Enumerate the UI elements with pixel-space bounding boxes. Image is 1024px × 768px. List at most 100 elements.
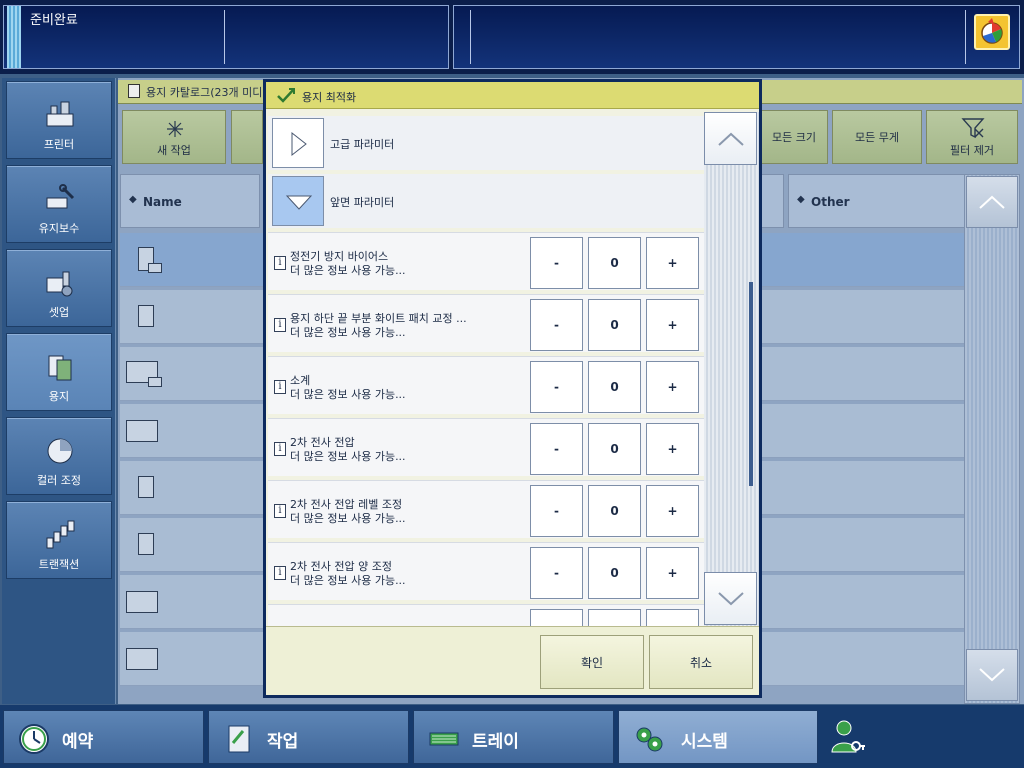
- section-front-params[interactable]: 앞면 파라미터: [268, 174, 704, 228]
- info-icon[interactable]: i: [274, 380, 286, 394]
- param-more-info[interactable]: 더 많은 정보 사용 가능...: [290, 324, 406, 340]
- nav-color-adjust[interactable]: 컬러 조정: [6, 417, 112, 495]
- all-weights-button[interactable]: 모든 무게: [832, 110, 922, 164]
- help-icon: [981, 18, 1003, 44]
- bottom-system-button[interactable]: 시스템: [618, 710, 818, 764]
- job-icon: [228, 725, 250, 753]
- table-scrollbar[interactable]: [964, 174, 1020, 704]
- param-value[interactable]: 0: [588, 547, 641, 599]
- toolbar-button[interactable]: [231, 110, 263, 164]
- parameter-list: 고급 파라미터 앞면 파라미터 i 정전기 방지 바이어스 더 많은 정보 사용…: [268, 116, 704, 628]
- check-arrow-icon: [277, 88, 295, 103]
- decrement-button[interactable]: -: [530, 299, 583, 351]
- scroll-up-button[interactable]: [966, 176, 1018, 228]
- sort-icon: ◆: [129, 194, 137, 205]
- user-login-button[interactable]: [830, 718, 866, 758]
- bottom-label: 트레이: [472, 732, 519, 752]
- nav-label: 프린터: [43, 138, 75, 151]
- param-value[interactable]: 0: [588, 299, 641, 351]
- param-more-info[interactable]: 더 많은 정보 사용 가능...: [290, 448, 406, 464]
- status-text: 준비완료: [30, 13, 78, 28]
- nav-transaction[interactable]: 트랜잭션: [6, 501, 112, 579]
- expand-button[interactable]: [272, 118, 324, 168]
- triangle-right-icon: [291, 131, 307, 157]
- nav-paper[interactable]: 용지: [6, 333, 112, 411]
- clock-icon: [19, 724, 49, 754]
- param-row: i 용지 하단 끝 부분 화이트 패치 교정 ... 더 많은 정보 사용 가능…: [268, 294, 704, 352]
- increment-button[interactable]: +: [646, 547, 699, 599]
- new-job-label: 새 작업: [157, 144, 191, 157]
- bottom-jobs-button[interactable]: 작업: [208, 710, 409, 764]
- increment-button[interactable]: +: [646, 485, 699, 537]
- param-value[interactable]: 0: [588, 237, 641, 289]
- info-icon[interactable]: i: [274, 442, 286, 456]
- nav-label: 용지: [48, 390, 70, 403]
- clear-filter-label: 필터 제거: [950, 144, 994, 157]
- sort-icon: ◆: [797, 194, 805, 205]
- param-more-info[interactable]: 더 많은 정보 사용 가능...: [290, 572, 406, 588]
- nav-label: 트랜잭션: [38, 558, 80, 571]
- nav-label: 컬러 조정: [37, 474, 81, 487]
- ok-button[interactable]: 확인: [540, 635, 644, 689]
- info-icon[interactable]: i: [274, 318, 286, 332]
- system-gear-icon: [636, 727, 663, 752]
- dialog-scroll-down-button[interactable]: [704, 572, 757, 625]
- clear-filter-button[interactable]: 필터 제거: [926, 110, 1018, 164]
- increment-button[interactable]: +: [646, 299, 699, 351]
- column-header[interactable]: [760, 174, 784, 228]
- paper-icon: [48, 355, 72, 381]
- nav-setup[interactable]: 셋업: [6, 249, 112, 327]
- decrement-button[interactable]: -: [530, 237, 583, 289]
- transaction-icon: [46, 520, 75, 549]
- new-job-button[interactable]: 새 작업: [122, 110, 226, 164]
- bottom-schedule-button[interactable]: 예약: [3, 710, 204, 764]
- info-icon[interactable]: i: [274, 256, 286, 270]
- all-sizes-button[interactable]: 모든 크기: [760, 110, 828, 164]
- param-more-info[interactable]: 더 많은 정보 사용 가능...: [290, 510, 406, 526]
- chevron-down-icon: [979, 668, 1005, 682]
- nav-label: 유지보수: [38, 222, 80, 235]
- increment-button[interactable]: +: [646, 237, 699, 289]
- increment-button[interactable]: +: [646, 423, 699, 475]
- stack-icon: [148, 263, 162, 273]
- nav-maintenance[interactable]: 유지보수: [6, 165, 112, 243]
- decrement-button[interactable]: -: [530, 361, 583, 413]
- param-more-info[interactable]: 더 많은 정보 사용 가능...: [290, 386, 406, 402]
- collapse-button[interactable]: [272, 176, 324, 226]
- paper-icon: [138, 305, 154, 327]
- chevron-up-icon: [717, 132, 744, 146]
- help-button[interactable]: [974, 14, 1010, 50]
- printer-icon: [46, 101, 74, 127]
- status-indicator: [7, 6, 21, 68]
- section-advanced-params[interactable]: 고급 파라미터: [268, 116, 704, 170]
- paper-icon: [126, 420, 158, 442]
- dialog-scroll-up-button[interactable]: [704, 112, 757, 165]
- nav-printer[interactable]: 프린터: [6, 81, 112, 159]
- param-value[interactable]: 0: [588, 485, 641, 537]
- stack-icon: [148, 377, 162, 387]
- column-header-name[interactable]: ◆ Name: [120, 174, 260, 228]
- chevron-down-icon: [717, 591, 744, 605]
- paper-icon: [126, 648, 158, 670]
- dialog-header: 용지 최적화: [266, 82, 759, 109]
- info-icon[interactable]: i: [274, 504, 286, 518]
- scroll-down-button[interactable]: [966, 649, 1018, 701]
- cancel-button[interactable]: 취소: [649, 635, 753, 689]
- dialog-scroll-thumb[interactable]: [749, 282, 753, 486]
- divider: [470, 10, 471, 64]
- param-more-info[interactable]: 더 많은 정보 사용 가능...: [290, 262, 406, 278]
- catalog-icon: [128, 84, 140, 98]
- decrement-button[interactable]: -: [530, 547, 583, 599]
- param-value[interactable]: 0: [588, 361, 641, 413]
- bottom-tray-button[interactable]: 트레이: [413, 710, 614, 764]
- info-icon[interactable]: i: [274, 566, 286, 580]
- column-header-other[interactable]: ◆ Other: [788, 174, 968, 228]
- column-other-label: Other: [811, 195, 850, 209]
- param-value[interactable]: 0: [588, 423, 641, 475]
- param-row-partial: [268, 604, 704, 628]
- decrement-button[interactable]: -: [530, 423, 583, 475]
- triangle-down-icon: [285, 195, 313, 210]
- filter-clear-icon: [961, 118, 985, 139]
- increment-button[interactable]: +: [646, 361, 699, 413]
- decrement-button[interactable]: -: [530, 485, 583, 537]
